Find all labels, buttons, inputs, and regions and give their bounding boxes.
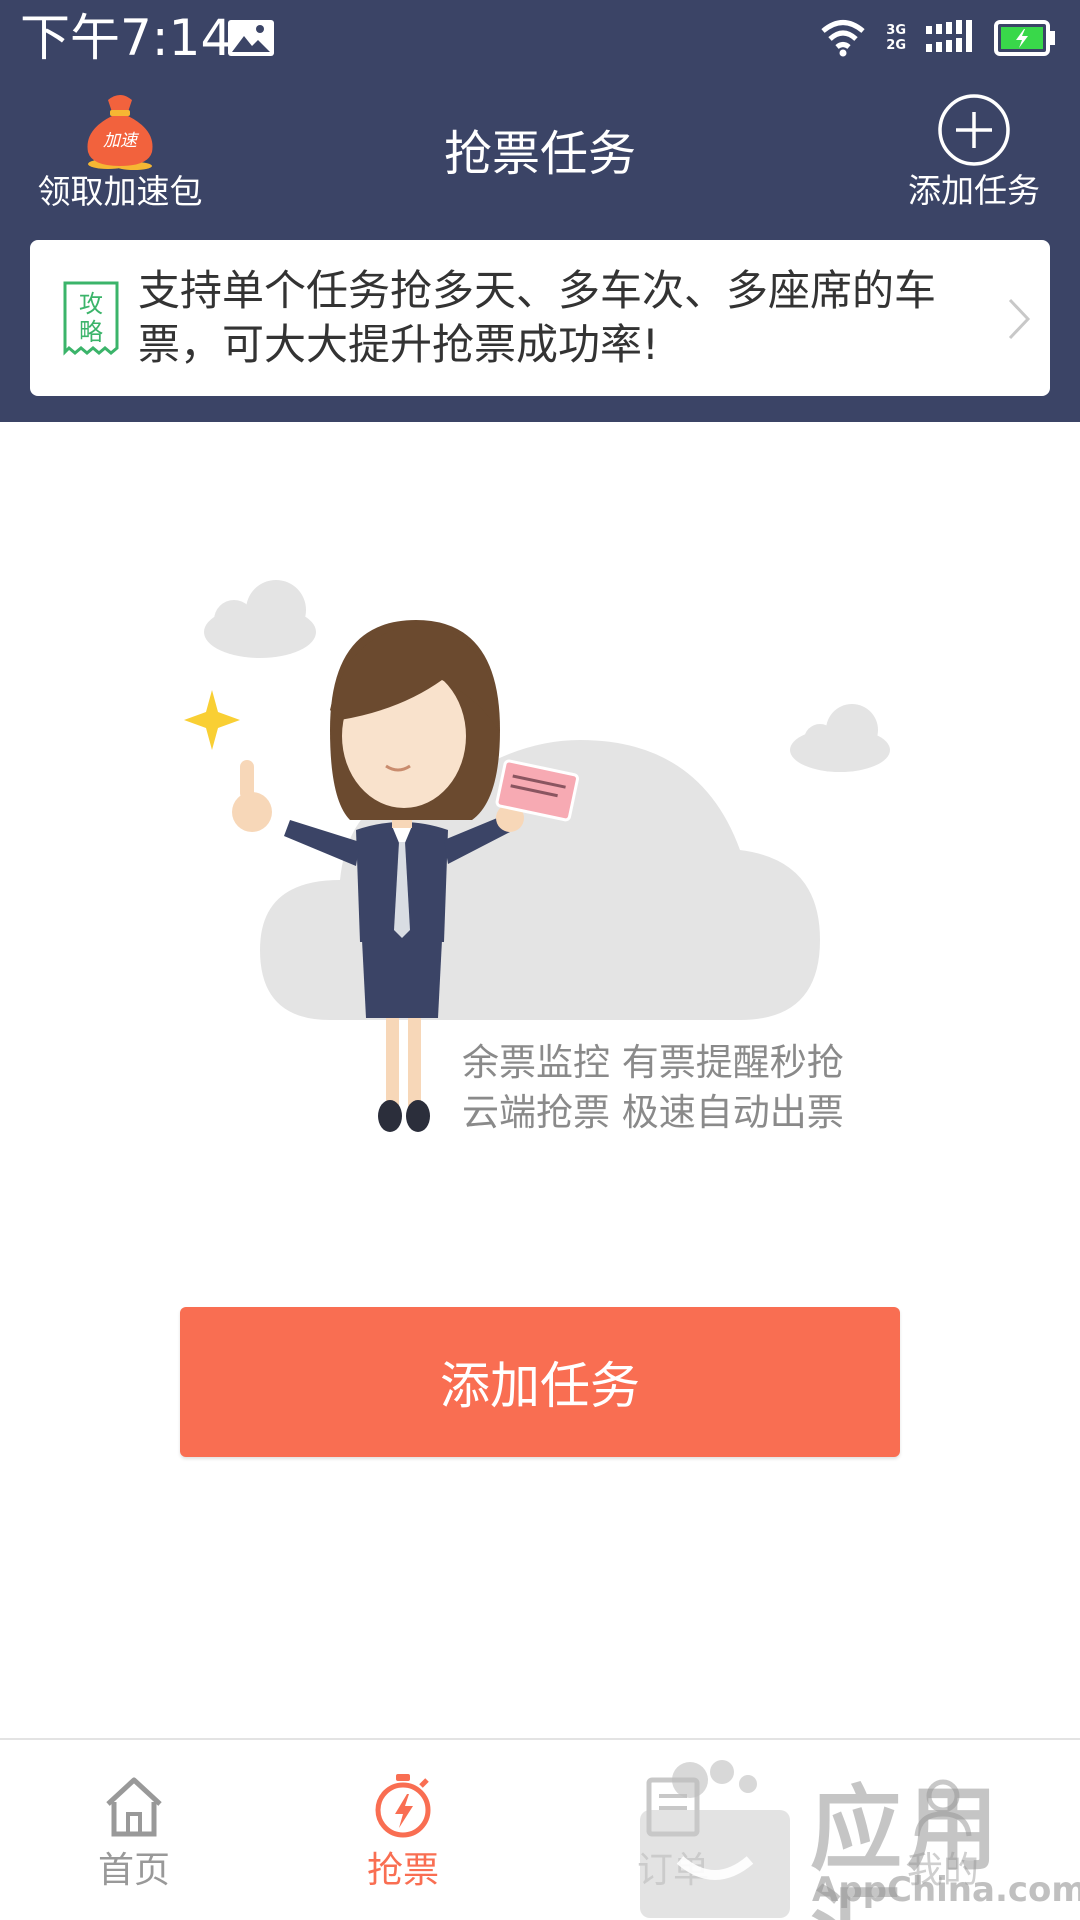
header: 加速 领取加速包 抢票任务 添加任务 攻 略 支持单个任务抢多天、多车次、多座席… (0, 76, 1080, 422)
nav-item-me[interactable]: 我的 (843, 1772, 1043, 1894)
nav-label-home: 首页 (97, 1850, 170, 1891)
wifi-icon (821, 20, 865, 57)
chevron-right-icon (1008, 298, 1031, 340)
image-notification-icon (228, 20, 274, 56)
plus-circle-icon (938, 94, 1010, 166)
feature-line-1: 余票监控 有票提醒秒抢 (462, 1041, 844, 1084)
battery-icon (994, 20, 1055, 56)
home-icon (106, 1777, 162, 1837)
tip-card[interactable]: 攻 略 支持单个任务抢多天、多车次、多座席的车票，可大大提升抢票成功率! (30, 240, 1050, 396)
add-task-header-label: 添加任务 (908, 171, 1040, 210)
feature-line-2: 云端抢票 极速自动出票 (462, 1091, 844, 1134)
nav-item-grab-ticket[interactable]: 抢票 (303, 1772, 503, 1894)
add-task-header-button[interactable]: 添加任务 (904, 92, 1044, 212)
status-time: 下午7:14 (20, 9, 233, 67)
network-3g-label: 3G (886, 23, 906, 38)
profile-icon (914, 1779, 972, 1837)
signal-icon (926, 20, 972, 52)
nav-label-grab-ticket: 抢票 (366, 1850, 439, 1891)
badge-bottom-text: 略 (79, 318, 103, 346)
strategy-badge-icon: 攻 略 (63, 281, 119, 356)
nav-label-me: 我的 (906, 1850, 979, 1891)
order-icon (646, 1777, 700, 1837)
tip-text: 支持单个任务抢多天、多车次、多座席的车票，可大大提升抢票成功率! (138, 266, 937, 369)
status-icons: 3G 2G (820, 16, 1056, 60)
network-type: 3G 2G (886, 23, 906, 53)
status-bar: 下午7:14 3G 2G (0, 0, 1080, 76)
nav-item-home[interactable]: 首页 (34, 1772, 234, 1894)
nav-label-order: 订单 (636, 1850, 709, 1891)
badge-top-text: 攻 (79, 290, 103, 318)
bottom-nav: 首页 抢票 订单 我的 (0, 1738, 1080, 1920)
feature-lines: 余票监控 有票提醒秒抢 云端抢票 极速自动出票 (462, 1038, 882, 1138)
nav-item-order[interactable]: 订单 (573, 1772, 773, 1894)
stopwatch-icon (375, 1774, 431, 1838)
network-2g-label: 2G (886, 38, 906, 53)
screen: 下午7:14 3G 2G 加速 领取加速包 抢票任务 添加任务 攻 略 支持单个… (0, 0, 1080, 1920)
add-task-button[interactable]: 添加任务 (180, 1307, 900, 1457)
